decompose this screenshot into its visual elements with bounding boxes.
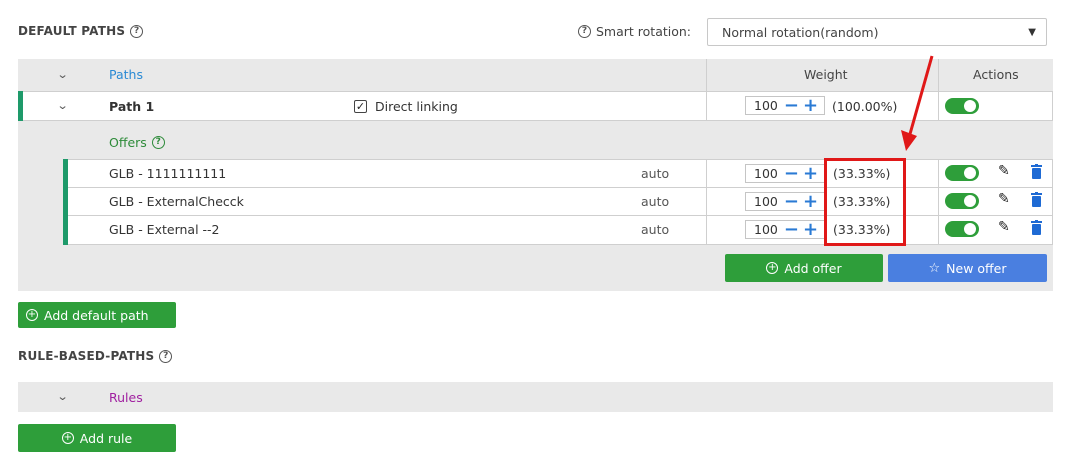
offer-weight-input[interactable]: 100 − + [745, 192, 825, 211]
plus-circle-icon: + [766, 262, 779, 274]
offer-name: GLB - ExternalChecck [109, 194, 244, 209]
plus-icon[interactable]: + [803, 192, 818, 211]
offers-indicator [63, 159, 68, 245]
direct-linking-label: Direct linking [375, 99, 458, 114]
weight-header: Weight [804, 67, 848, 82]
add-offer-label: Add offer [784, 260, 842, 276]
smart-rotation-label: ? Smart rotation: [578, 24, 691, 39]
trash-icon[interactable] [1031, 192, 1042, 207]
add-rule-label: Add rule [79, 430, 133, 446]
minus-icon[interactable]: − [784, 220, 799, 239]
plus-circle-icon: + [26, 309, 38, 321]
pencil-icon[interactable]: ✎ [998, 219, 1010, 235]
path-weight-input[interactable]: 100 − + [745, 96, 825, 115]
path-weight-value: 100 [754, 98, 778, 113]
offer-weight-value: 100 [754, 222, 778, 237]
annotation-arrow-icon [901, 55, 934, 151]
divider [706, 91, 707, 121]
plus-icon[interactable]: + [803, 220, 818, 239]
caret-down-icon: ▼ [1028, 26, 1036, 38]
offer-weight-value: 100 [754, 166, 778, 181]
offers-label: Offers ? [109, 135, 165, 150]
chevron-down-icon[interactable]: ⌄ [57, 390, 69, 403]
rotation-select[interactable]: Normal rotation(random) ▼ [707, 18, 1047, 46]
default-paths-title-text: DEFAULT PATHS [18, 24, 126, 38]
help-icon[interactable]: ? [578, 25, 591, 38]
offer-mode: auto [641, 194, 670, 209]
rotation-select-value: Normal rotation(random) [722, 24, 879, 40]
path-percent: (100.00%) [832, 99, 898, 114]
offer-weight-input[interactable]: 100 − + [745, 164, 825, 183]
offers-label-text: Offers [109, 135, 147, 150]
offer-toggle[interactable] [945, 221, 979, 237]
minus-icon[interactable]: − [784, 164, 799, 183]
actions-header: Actions [973, 67, 1019, 82]
offer-toggle[interactable] [945, 193, 979, 209]
plus-circle-icon: + [61, 432, 74, 444]
checkbox-checked-icon[interactable]: ✓ [354, 100, 367, 113]
add-default-path-button[interactable]: + Add default path [18, 302, 176, 328]
offer-name: GLB - External --2 [109, 222, 220, 237]
default-paths-title: DEFAULT PATHS ? [18, 24, 144, 38]
help-icon[interactable]: ? [151, 136, 165, 149]
rules-header [18, 382, 1053, 412]
path-indicator [18, 91, 23, 121]
plus-icon[interactable]: + [803, 96, 818, 115]
new-offer-label: New offer [946, 260, 1007, 276]
plus-icon[interactable]: + [803, 164, 818, 183]
offer-weight-value: 100 [754, 194, 778, 209]
divider [938, 159, 939, 245]
rules-label: Rules [109, 390, 143, 405]
trash-icon[interactable] [1031, 164, 1042, 179]
minus-icon[interactable]: − [784, 192, 799, 211]
rule-based-paths-title-text: RULE-BASED-PATHS [18, 349, 155, 363]
rule-based-paths-title: RULE-BASED-PATHS ? [18, 349, 173, 363]
highlight-annotation [824, 158, 906, 246]
trash-icon[interactable] [1031, 220, 1042, 235]
chevron-down-icon[interactable]: ⌄ [57, 68, 69, 81]
path-name: Path 1 [109, 99, 155, 114]
offer-mode: auto [641, 166, 670, 181]
divider [706, 159, 707, 245]
pencil-icon[interactable]: ✎ [998, 163, 1010, 179]
offer-name: GLB - 1111111111 [109, 166, 227, 181]
help-icon[interactable]: ? [159, 349, 173, 363]
divider [706, 59, 707, 91]
paths-header: Paths [109, 67, 143, 82]
chevron-down-icon[interactable]: ⌄ [57, 99, 69, 112]
smart-rotation-label-text: Smart rotation: [596, 24, 692, 39]
new-offer-button[interactable]: ☆ New offer [888, 254, 1047, 282]
minus-icon[interactable]: − [784, 96, 799, 115]
add-rule-button[interactable]: + Add rule [18, 424, 176, 452]
add-default-path-label: Add default path [44, 307, 149, 323]
pencil-icon[interactable]: ✎ [998, 191, 1010, 207]
help-icon[interactable]: ? [130, 24, 144, 38]
add-offer-button[interactable]: + Add offer [725, 254, 883, 282]
offer-toggle[interactable] [945, 165, 979, 181]
star-icon: ☆ [928, 260, 941, 276]
offer-mode: auto [641, 222, 670, 237]
path-toggle[interactable] [945, 98, 979, 114]
offer-weight-input[interactable]: 100 − + [745, 220, 825, 239]
direct-linking-checkbox[interactable]: ✓ Direct linking [354, 99, 458, 114]
